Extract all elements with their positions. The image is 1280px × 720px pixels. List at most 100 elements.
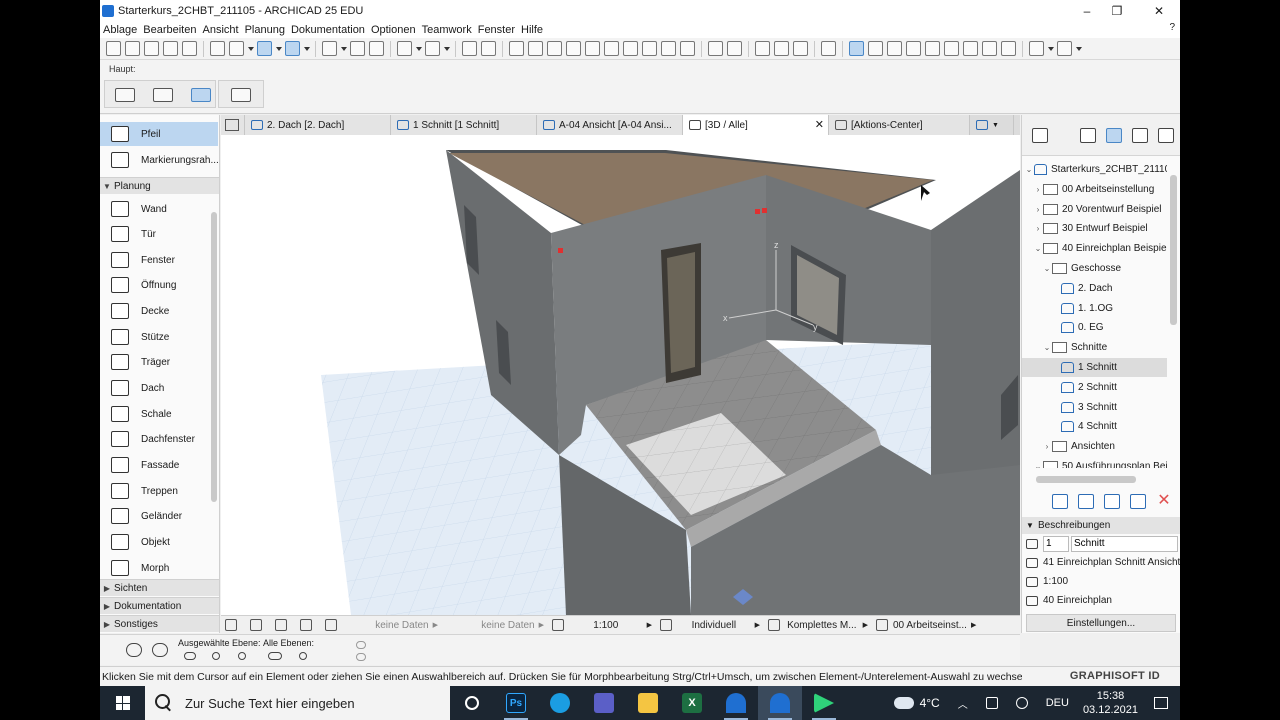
tree-collapse-icon[interactable]: ⌄ [1042, 343, 1052, 352]
grid-dropdown-icon[interactable] [341, 41, 347, 56]
adjust-icon[interactable] [528, 41, 543, 56]
language-indicator[interactable]: DEU [1046, 697, 1069, 709]
layer-undo-icon[interactable] [356, 641, 366, 649]
teams-app[interactable] [582, 686, 626, 720]
navigator-hscrollbar[interactable] [1026, 475, 1166, 484]
close-window-button[interactable]: ✕ [1138, 0, 1180, 21]
chamfer-icon[interactable] [585, 41, 600, 56]
tree-collapse-icon[interactable]: ⌄ [1024, 165, 1034, 174]
orbit-button[interactable] [296, 619, 321, 631]
tab-ansicht[interactable]: A-04 Ansicht [A-04 Ansi... [537, 115, 683, 135]
render-icon[interactable] [1057, 41, 1072, 56]
view-name-input[interactable] [1071, 535, 1178, 552]
tab-dach[interactable]: 2. Dach [2. Dach] [245, 115, 391, 135]
fillet-icon[interactable] [566, 41, 581, 56]
quick-layers-icon[interactable] [126, 643, 142, 657]
weather-cloud-icon[interactable] [893, 697, 914, 709]
menu-optionen[interactable]: Optionen [368, 24, 419, 36]
menu-dokumentation[interactable]: Dokumentation [288, 24, 368, 36]
tray-overflow-icon[interactable]: ︿ [958, 696, 968, 711]
properties-header[interactable]: ▼ Beschreibungen [1022, 517, 1180, 534]
fit-window-button[interactable] [321, 619, 346, 631]
tree-collapse-icon[interactable]: ⌄ [1042, 264, 1052, 273]
measure-dropdown-icon[interactable] [248, 41, 254, 56]
layout-view-icon[interactable] [944, 41, 959, 56]
flag-icon[interactable] [925, 41, 940, 56]
navigator-menu-icon[interactable] [1032, 128, 1048, 143]
navigator-item[interactable]: ⌄ 50 Ausführungsplan Bei [1022, 457, 1167, 468]
taskbar-clock[interactable]: 15:38 03.12.2021 [1073, 689, 1148, 717]
navigator-scroll-thumb[interactable] [1170, 175, 1177, 325]
navigator-item[interactable]: ⌄ Geschosse [1022, 259, 1167, 278]
suspend-groups-icon[interactable] [369, 41, 384, 56]
trace-icon[interactable] [350, 41, 365, 56]
navigator-item[interactable]: ⌄ Starterkurs_2CHBT_211105 [1022, 160, 1167, 179]
render-dropdown-icon[interactable] [1076, 41, 1082, 56]
layout-book-icon[interactable] [1132, 128, 1148, 143]
edge-app[interactable] [538, 686, 582, 720]
inject-icon[interactable] [182, 41, 197, 56]
tool-oeffnung[interactable]: Öffnung [100, 273, 218, 297]
pen-set-selector[interactable]: Individuell ▶ [656, 619, 764, 631]
pen-icon[interactable] [1015, 697, 1028, 709]
save-view-icon[interactable] [1130, 494, 1146, 509]
restore-button[interactable]: ❐ [1096, 0, 1138, 21]
properties-layout-row[interactable]: 41 Einreichplan Schnitt Ansicht [1022, 553, 1180, 572]
detail-view-icon[interactable] [963, 41, 978, 56]
section-planung[interactable]: ▼ Planung [100, 177, 219, 194]
tree-expand-icon[interactable]: › [1042, 442, 1052, 451]
navigator-item[interactable]: 3 Schnitt [1022, 398, 1167, 417]
tool-stuetze[interactable]: Stütze [100, 325, 218, 349]
tree-expand-icon[interactable]: › [1033, 185, 1043, 194]
3d-dropdown-icon[interactable] [1048, 41, 1054, 56]
offset-icon[interactable] [604, 41, 619, 56]
align-icon[interactable] [462, 41, 477, 56]
navigator-item[interactable]: › 30 Entwurf Beispiel [1022, 219, 1167, 238]
archicad-app-1[interactable] [714, 686, 758, 720]
hotspot-marker[interactable] [762, 208, 767, 213]
explorer-app[interactable] [626, 686, 670, 720]
clone-folder-icon[interactable] [1052, 494, 1068, 509]
undo-icon[interactable] [125, 41, 140, 56]
distribute-h-icon[interactable] [708, 41, 723, 56]
tree-collapse-icon[interactable]: ⌄ [1033, 244, 1043, 253]
tool-decke[interactable]: Decke [100, 299, 218, 323]
split-icon[interactable] [509, 41, 524, 56]
graphisoft-id-button[interactable]: GRAPHISOFT ID [1070, 670, 1160, 682]
tool-dach[interactable]: Dach [100, 376, 218, 400]
distribute-v-icon[interactable] [727, 41, 742, 56]
new-view-icon[interactable] [1104, 494, 1120, 509]
tab-list-button[interactable]: ▼ [970, 115, 1014, 135]
navigator-item[interactable]: 0. EG [1022, 318, 1167, 337]
intersect-icon[interactable] [547, 41, 562, 56]
unlock-all-layers-icon[interactable] [299, 652, 307, 660]
navigator-hscroll-thumb[interactable] [1036, 476, 1136, 483]
rotated-select-icon[interactable] [191, 88, 211, 102]
tool-fenster[interactable]: Fenster [100, 248, 218, 272]
redo-view-button[interactable] [246, 619, 271, 631]
tool-treppen[interactable]: Treppen [100, 479, 218, 503]
tool-gelaender[interactable]: Geländer [100, 504, 218, 528]
task-view-button[interactable] [450, 686, 494, 720]
properties-scale-row[interactable]: 1:100 [1022, 572, 1180, 591]
save-icon[interactable] [106, 41, 121, 56]
section-dokumentation[interactable]: ▶ Dokumentation [100, 597, 219, 614]
archicad-app-2[interactable] [758, 686, 802, 720]
layers-icon[interactable] [755, 41, 770, 56]
interior-elevation-icon[interactable] [906, 41, 921, 56]
arrow-select-icon[interactable] [231, 88, 251, 102]
tool-objekt[interactable]: Objekt [100, 530, 218, 554]
pen-sets-icon[interactable] [774, 41, 789, 56]
menu-teamwork[interactable]: Teamwork [419, 24, 475, 36]
snap-guide-icon[interactable] [285, 41, 300, 56]
elevate-icon[interactable] [661, 41, 676, 56]
publisher-sets-icon[interactable] [1158, 128, 1174, 143]
excel-app[interactable]: X [670, 686, 714, 720]
navigator-item[interactable]: 2. Dach [1022, 279, 1167, 298]
new-folder-icon[interactable] [1078, 494, 1094, 509]
redo-icon[interactable] [144, 41, 159, 56]
3d-view-icon[interactable] [1029, 41, 1044, 56]
lock-icon[interactable] [425, 41, 440, 56]
view-data-2[interactable]: keine Daten ▶ [442, 620, 548, 631]
tool-traeger[interactable]: Träger [100, 350, 218, 374]
